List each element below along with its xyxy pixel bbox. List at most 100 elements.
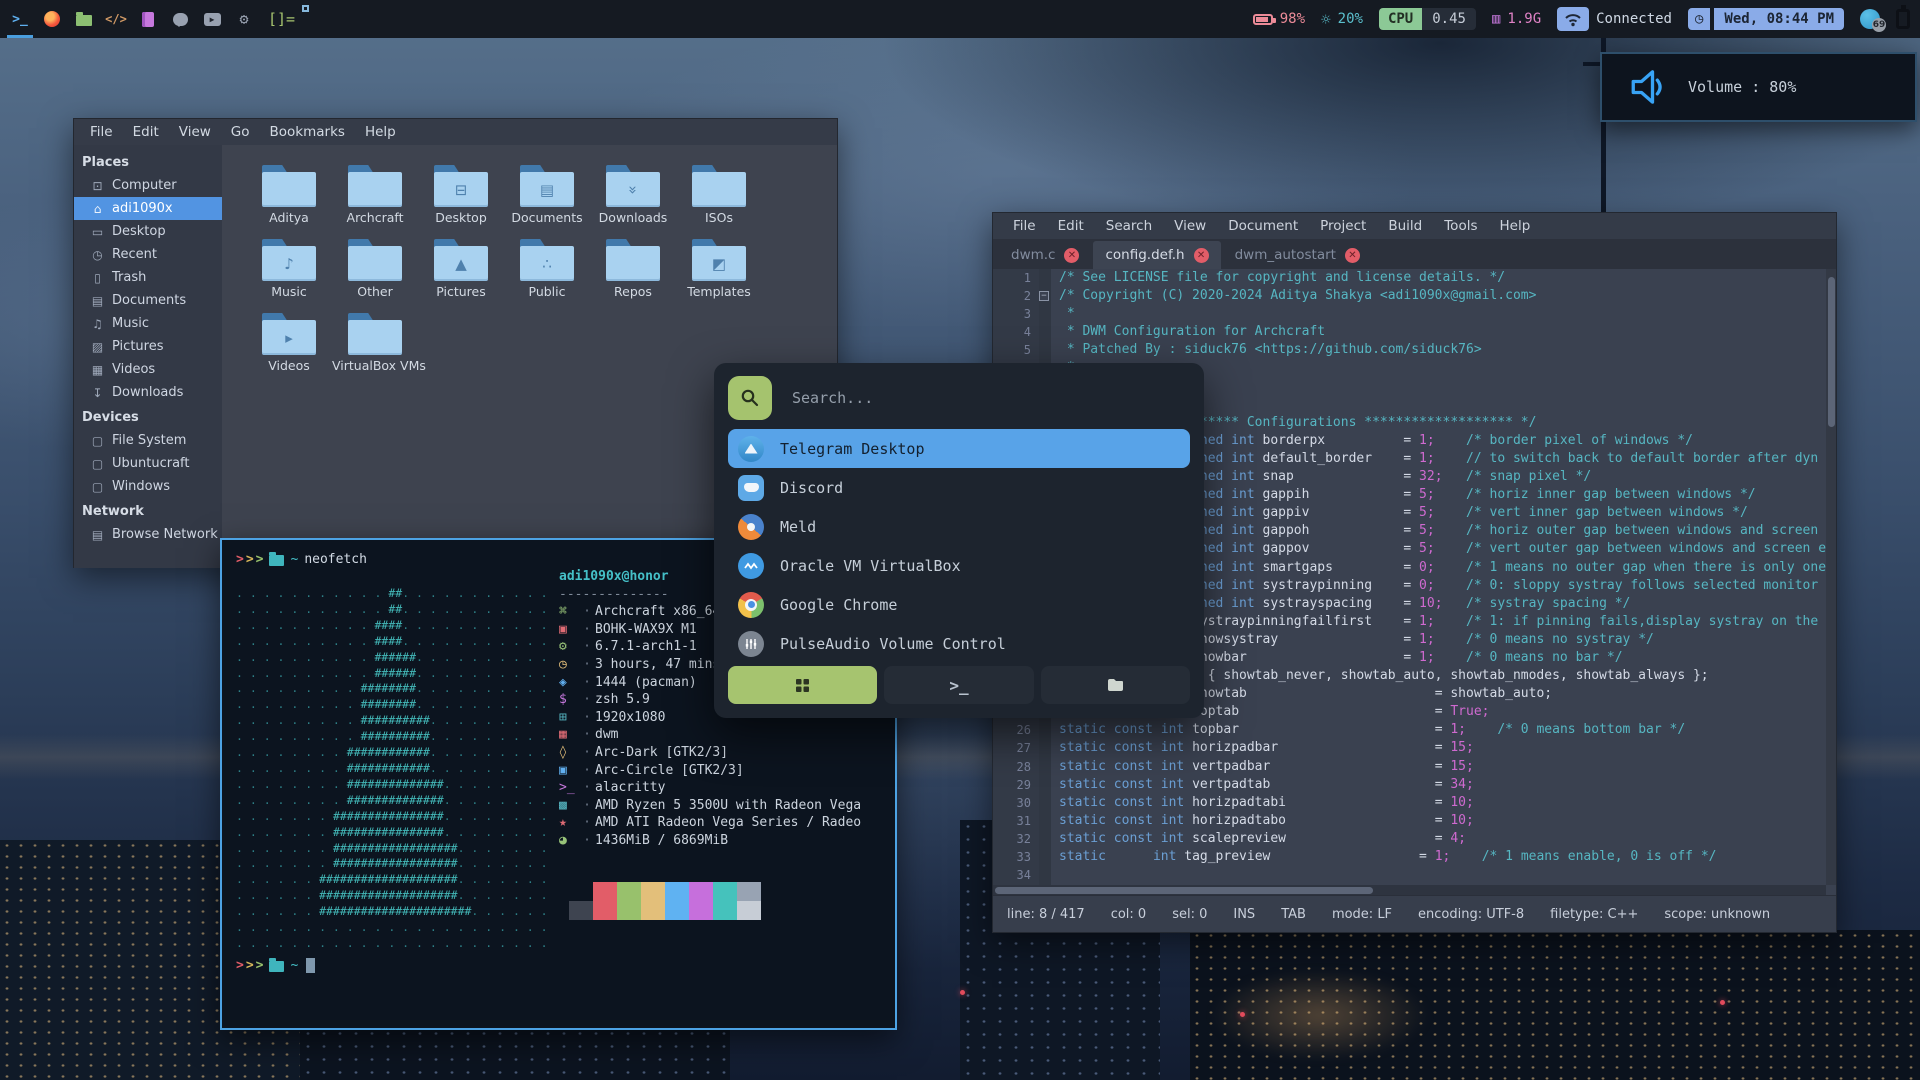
editor-menu-search[interactable]: Search <box>1096 215 1162 237</box>
launcher-item-discord[interactable]: Discord <box>728 468 1190 507</box>
sidebar-item-desktop[interactable]: ▭Desktop <box>74 220 222 243</box>
mode-apps-grid-icon[interactable] <box>728 666 877 704</box>
folder-aditya[interactable]: Aditya <box>246 165 332 225</box>
editor-horizontal-scrollbar[interactable] <box>993 885 1826 895</box>
editor-menu-view[interactable]: View <box>1164 215 1216 237</box>
tag-chat[interactable] <box>164 0 196 38</box>
launcher-item-telegram-desktop[interactable]: Telegram Desktop <box>728 429 1190 468</box>
close-icon[interactable]: ✕ <box>1194 248 1209 263</box>
fm-menu-view[interactable]: View <box>171 121 219 143</box>
volume-osd: Volume : 80% <box>1600 52 1917 122</box>
sidebar-item-windows[interactable]: ▢Windows <box>74 475 222 498</box>
launcher-item-google-chrome[interactable]: Google Chrome <box>728 585 1190 624</box>
prompt-chevron: > <box>256 552 264 567</box>
mode-files-icon[interactable] <box>1041 666 1190 704</box>
separator: · <box>579 726 595 744</box>
folder-templates[interactable]: ◩Templates <box>676 239 762 299</box>
sidebar-item-ubuntucraft[interactable]: ▢Ubuntucraft <box>74 452 222 475</box>
mode-run-icon[interactable]: >_ <box>884 666 1033 704</box>
sidebar-item-downloads[interactable]: ↧Downloads <box>74 381 222 404</box>
fold-column <box>1039 866 1051 884</box>
fm-menu-go[interactable]: Go <box>223 121 258 143</box>
tag-files[interactable] <box>68 0 100 38</box>
folder-public[interactable]: ∴Public <box>504 239 590 299</box>
folder-repos[interactable]: Repos <box>590 239 676 299</box>
sidebar-item-file-system[interactable]: ▢File System <box>74 429 222 452</box>
art-tree: ################## <box>333 856 458 870</box>
tab-dwm-c[interactable]: dwm.c✕ <box>999 241 1091 269</box>
code-token: = <box>1286 831 1450 846</box>
code-token: /* vert inner gap between windows */ <box>1466 505 1748 520</box>
folder-virtualbox-vms[interactable]: VirtualBox VMs <box>332 313 418 373</box>
brightness-icon: ☼ <box>1321 10 1331 29</box>
tab-dwm-autostart[interactable]: dwm_autostart✕ <box>1223 241 1372 269</box>
tag-firefox[interactable] <box>36 0 68 38</box>
code-token: = <box>1309 523 1419 538</box>
code-token <box>1106 849 1153 864</box>
fold-marker-icon[interactable]: − <box>1039 291 1049 301</box>
folder-isos[interactable]: ISOs <box>676 165 762 225</box>
close-icon[interactable]: ✕ <box>1345 248 1360 263</box>
sidebar-item-music[interactable]: ♫Music <box>74 312 222 335</box>
folder-archcraft[interactable]: Archcraft <box>332 165 418 225</box>
sidebar-item-adi1090x[interactable]: ⌂adi1090x <box>74 197 222 220</box>
folder-downloads[interactable]: »Downloads <box>590 165 676 225</box>
code-line: 3 * <box>993 305 1836 323</box>
systray-battery-icon[interactable] <box>1896 9 1910 29</box>
tag-terminal[interactable]: >_ <box>4 0 36 38</box>
sidebar-item-videos[interactable]: ▦Videos <box>74 358 222 381</box>
editor-menu-document[interactable]: Document <box>1218 215 1308 237</box>
editor-menu-help[interactable]: Help <box>1490 215 1541 237</box>
launcher-item-oracle-vm-virtualbox[interactable]: Oracle VM VirtualBox <box>728 546 1190 585</box>
neofetch-line: ▦·dwm <box>559 726 889 744</box>
sidebar-item-pictures[interactable]: ▨Pictures <box>74 335 222 358</box>
art-dots: . . . . . . . <box>236 825 333 839</box>
tag-gear[interactable]: ⚙ <box>228 0 260 38</box>
clock-module[interactable]: ◷ Wed, 08:44 PM <box>1688 8 1844 30</box>
line-number: 4 <box>993 323 1039 341</box>
dwm-layout-indicator[interactable]: []= <box>268 10 295 28</box>
fm-menu-help[interactable]: Help <box>357 121 404 143</box>
sidebar-item-computer[interactable]: ⊡Computer <box>74 174 222 197</box>
code-token: = <box>1372 451 1419 466</box>
editor-menu-build[interactable]: Build <box>1378 215 1432 237</box>
sidebar-item-documents[interactable]: ▤Documents <box>74 289 222 312</box>
tower-beacon <box>1240 1012 1245 1017</box>
battery-module[interactable]: 98% <box>1253 11 1305 27</box>
sidebar-item-browse-network[interactable]: ▤Browse Network <box>74 523 222 546</box>
close-icon[interactable]: ✕ <box>1064 248 1079 263</box>
folder-desktop[interactable]: ⊟Desktop <box>418 165 504 225</box>
cpu-module[interactable]: CPU 0.45 <box>1379 8 1476 30</box>
sidebar-item-trash[interactable]: ▯Trash <box>74 266 222 289</box>
editor-vertical-scrollbar[interactable] <box>1826 269 1836 885</box>
memory-module[interactable]: ▥ 1.9G <box>1492 11 1541 27</box>
editor-menu-file[interactable]: File <box>1003 215 1046 237</box>
systray-app-icon[interactable]: 69 <box>1860 9 1880 29</box>
launcher-item-meld[interactable]: Meld <box>728 507 1190 546</box>
folder-pictures[interactable]: ▲Pictures <box>418 239 504 299</box>
brightness-module[interactable]: ☼ 20% <box>1321 10 1363 29</box>
tag-video[interactable]: ▶ <box>196 0 228 38</box>
fm-menu-bookmarks[interactable]: Bookmarks <box>262 121 353 143</box>
tag-occupancy-square <box>302 5 309 12</box>
editor-menu-edit[interactable]: Edit <box>1048 215 1094 237</box>
editor-menu-project[interactable]: Project <box>1310 215 1376 237</box>
folder-documents[interactable]: ▤Documents <box>504 165 590 225</box>
folder-videos[interactable]: ▸Videos <box>246 313 332 373</box>
editor-menu-tools[interactable]: Tools <box>1434 215 1487 237</box>
folder-music[interactable]: ♪Music <box>246 239 332 299</box>
tag-book[interactable] <box>132 0 164 38</box>
kernel-icon: ⚙ <box>559 638 579 656</box>
art-dots: . . . . . . . . . . <box>416 650 554 664</box>
status-segment: sel: 0 <box>1172 907 1207 922</box>
tab-config-def-h[interactable]: config.def.h✕ <box>1093 241 1220 269</box>
fm-menu-edit[interactable]: Edit <box>125 121 167 143</box>
launcher-search[interactable]: Search... <box>728 376 1190 420</box>
network-module[interactable]: Connected <box>1557 7 1672 31</box>
launcher-item-pulseaudio-volume-control[interactable]: PulseAudio Volume Control <box>728 624 1190 663</box>
separator: · <box>579 674 595 692</box>
folder-other[interactable]: Other <box>332 239 418 299</box>
fm-menu-file[interactable]: File <box>82 121 121 143</box>
sidebar-item-recent[interactable]: ◷Recent <box>74 243 222 266</box>
tag-code[interactable]: </> <box>100 0 132 38</box>
